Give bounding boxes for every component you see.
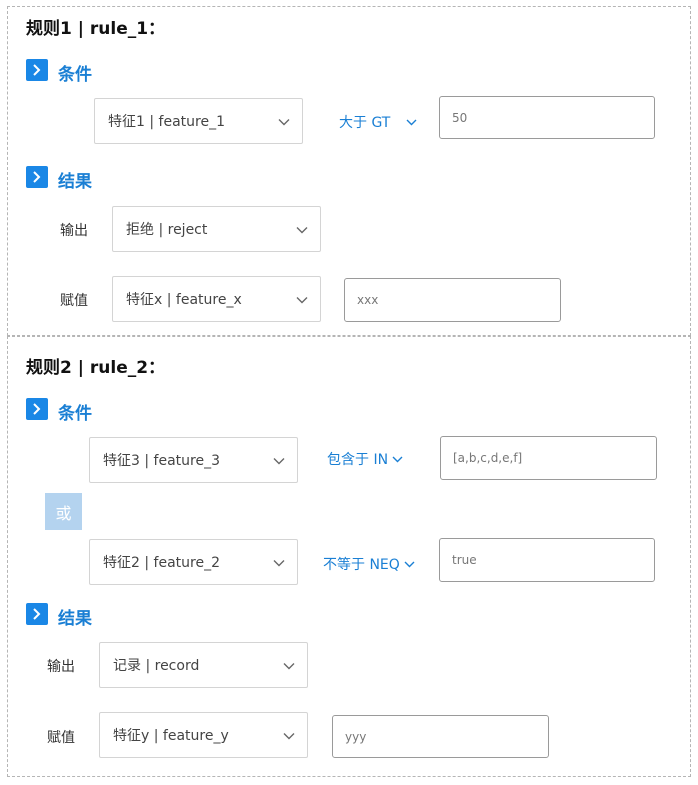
chevron-right-icon[interactable] [26,59,48,81]
rule-1-result-heading: 结果 [58,172,92,192]
chevron-right-icon[interactable] [26,166,48,188]
operator-label: 不等于 NEQ [323,557,400,573]
rule-1-assign-feature-select[interactable]: 特征x | feature_x [112,276,321,322]
chevron-down-icon [278,112,290,131]
input-value: true [452,553,477,567]
rule-2-output-select[interactable]: 记录 | record [99,642,308,688]
input-value: 50 [452,110,468,125]
input-value: xxx [357,293,379,307]
rule-1-condition-1-feature-select[interactable]: 特征1 | feature_1 [94,98,303,144]
chevron-down-icon [273,451,285,470]
rule-1-output-select[interactable]: 拒绝 | reject [112,206,321,252]
rule-2-condition-2-feature-select[interactable]: 特征2 | feature_2 [89,539,298,585]
rule-2-assign-label: 赋值 [47,730,75,746]
rule-2-condition-2-value-input[interactable]: true [439,538,655,582]
rule-2-condition-1-value-input[interactable]: [a,b,c,d,e,f] [440,436,657,480]
select-value: 拒绝 | reject [126,222,208,238]
chevron-down-icon [392,451,403,467]
select-value: 特征y | feature_y [113,728,229,744]
rule-2-condition-heading: 条件 [58,404,92,424]
chevron-down-icon [296,290,308,309]
rule-1-title: 规则1 | rule_1： [26,19,166,39]
rule-2-condition-2-operator-select[interactable]: 不等于 NEQ [323,554,415,574]
chevron-down-icon [404,556,415,572]
input-value: [a,b,c,d,e,f] [453,451,523,465]
select-value: 特征3 | feature_3 [103,453,220,469]
select-value: 特征2 | feature_2 [103,555,220,571]
or-connector-badge[interactable]: 或 [45,493,82,530]
chevron-down-icon [296,220,308,239]
rule-2-assign-feature-select[interactable]: 特征y | feature_y [99,712,308,758]
rule-2-output-label: 输出 [47,659,75,675]
rule-1-output-label: 输出 [60,223,88,239]
select-value: 特征x | feature_x [126,292,242,308]
chevron-right-icon[interactable] [26,398,48,420]
rule-1-assign-value-input[interactable]: xxx [344,278,561,322]
select-value: 记录 | record [113,658,200,674]
rule-1-condition-1-operator-select[interactable]: 大于 GT [339,112,417,132]
select-value: 特征1 | feature_1 [108,114,225,130]
rule-2-result-heading: 结果 [58,609,92,629]
rule-2-title: 规则2 | rule_2： [26,358,166,378]
operator-label: 大于 GT [339,115,391,131]
rule-2-condition-1-feature-select[interactable]: 特征3 | feature_3 [89,437,298,483]
chevron-down-icon [283,726,295,745]
rule-1-condition-1-value-input[interactable]: 50 [439,96,655,139]
chevron-down-icon [273,553,285,572]
rule-1-condition-heading: 条件 [58,65,92,85]
rule-1-assign-label: 赋值 [60,293,88,309]
chevron-down-icon [406,114,417,130]
rule-2-assign-value-input[interactable]: yyy [332,715,549,758]
chevron-right-icon[interactable] [26,603,48,625]
input-value: yyy [345,729,367,744]
operator-label: 包含于 IN [327,452,389,468]
chevron-down-icon [283,656,295,675]
rule-2-condition-1-operator-select[interactable]: 包含于 IN [327,449,403,469]
